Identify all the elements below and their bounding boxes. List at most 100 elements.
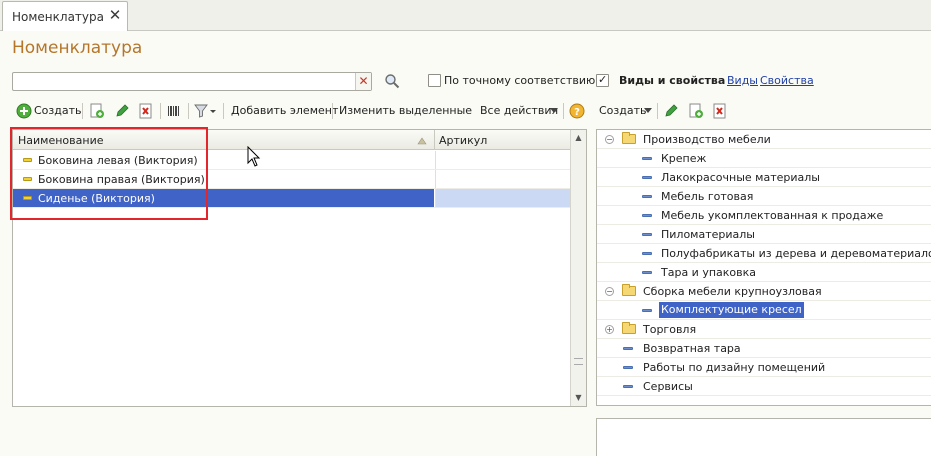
tree-item-label: Торговля [643,323,697,336]
column-header-sku[interactable]: Артикул [439,134,487,147]
tree-item-label: Тара и упаковка [661,266,757,279]
create-group-button[interactable]: Создать [599,104,647,117]
item-icon [623,366,633,369]
tree-item[interactable]: Работы по дизайну помещений [597,358,931,377]
tree-item-label: Возвратная тара [643,342,741,355]
tab-strip: Номенклатура ✕ [0,0,931,31]
add-element-button[interactable]: Добавить элемент [231,104,338,117]
cell-sku [435,151,571,169]
all-actions-button[interactable]: Все действия [480,104,558,117]
sort-icon[interactable] [417,135,427,145]
mouse-cursor-icon [247,146,261,167]
scroll-up-icon[interactable]: ▲ [571,130,586,146]
tree-item[interactable]: Тара и упаковка [597,263,931,282]
kinds-checkbox[interactable]: ✓ [596,73,609,87]
tab-close-icon[interactable]: ✕ [107,6,123,24]
toolbar-divider [223,103,224,119]
collapse-icon[interactable]: − [605,287,614,296]
search-icon[interactable] [384,73,400,89]
check-icon: ✓ [598,73,608,86]
search-input[interactable] [15,74,355,89]
tree-item[interactable]: Полуфабрикаты из дерева и деревоматериал… [597,244,931,263]
add-circle-icon[interactable] [16,103,32,119]
tree-item-label: Комплектующие кресел [659,302,804,318]
highlight-annotation [10,127,208,220]
toolbar-divider [563,103,564,119]
exact-match-label: По точному соответствию [444,74,596,87]
tree-item-label: Пиломатериалы [661,228,755,241]
tree-item-label: Сервисы [643,380,693,393]
tab-label: Номенклатура [12,10,104,24]
cell-sku [435,189,571,207]
folder-icon [622,132,636,144]
tab-nomenclature[interactable]: Номенклатура ✕ [2,1,128,31]
change-selected-button[interactable]: Изменить выделенные [339,104,472,117]
scroll-grip-icon[interactable] [574,358,583,365]
kinds-label: Виды и свойства [619,74,726,87]
toolbar-divider [657,103,658,119]
tree-item[interactable]: Лакокрасочные материалы [597,168,931,187]
create-button[interactable]: Создать [34,104,82,117]
properties-link[interactable]: Свойства [760,74,814,87]
chevron-down-icon [550,108,558,113]
tree-item-label: Работы по дизайну помещений [643,361,826,374]
toolbar-divider [82,103,83,119]
scroll-down-icon[interactable]: ▼ [571,390,586,406]
clear-icon[interactable]: ✕ [355,73,371,90]
tree-item[interactable]: Крепеж [597,149,931,168]
help-icon[interactable]: ? [569,103,585,119]
item-icon [642,252,652,255]
tree-item-label: Лакокрасочные материалы [661,171,820,184]
collapse-icon[interactable]: − [605,135,614,144]
folder-icon [622,322,636,334]
item-icon [642,214,652,217]
copy-add-icon[interactable] [688,103,704,119]
tree-item[interactable]: Мебель готовая [597,187,931,206]
barcode-icon[interactable] [166,103,182,119]
tree-item[interactable]: Мебель укомплектованная к продаже [597,206,931,225]
tree-item[interactable]: Пиломатериалы [597,225,931,244]
edit-pencil-icon[interactable] [114,103,130,119]
delete-icon[interactable] [712,103,728,119]
column-divider[interactable] [434,130,435,149]
toolbar-divider [160,103,161,119]
tree-item[interactable]: Сервисы [597,377,931,396]
toolbar-divider [332,103,333,119]
item-icon [642,271,652,274]
exact-match-checkbox[interactable] [428,74,441,87]
item-icon [623,385,633,388]
filter-icon[interactable] [194,103,218,119]
details-panel [596,418,931,456]
tree-item[interactable]: Комплектующие кресел [597,301,931,320]
tree-item-label: Крепеж [661,152,707,165]
tree-item-label: Сборка мебели крупноузловая [643,285,822,298]
item-icon [642,309,652,312]
tree-item[interactable]: Возвратная тара [597,339,931,358]
vertical-scrollbar[interactable]: ▲ ▼ [570,130,586,406]
search-box: ✕ [12,72,372,91]
item-icon [623,347,633,350]
item-icon [642,233,652,236]
groups-tree: − Производство мебели Крепеж Лакокрасочные … [596,129,931,406]
edit-pencil-icon[interactable] [663,103,679,119]
kinds-link[interactable]: Виды [727,74,758,87]
item-icon [642,195,652,198]
chevron-down-icon [644,108,652,113]
tree-item[interactable]: − Сборка мебели крупноузловая [597,282,931,301]
page-title: Номенклатура [12,38,143,58]
delete-icon[interactable] [138,103,154,119]
item-icon [642,176,652,179]
tree-item[interactable]: + Торговля [597,320,931,339]
item-icon [642,157,652,160]
cell-sku [435,170,571,188]
tree-item-label: Мебель укомплектованная к продаже [661,209,884,222]
tree-item-label: Производство мебели [643,133,771,146]
toolbar-divider [188,103,189,119]
svg-text:?: ? [574,107,580,118]
folder-icon [622,284,636,296]
tree-item-label: Мебель готовая [661,190,754,203]
tree-item[interactable]: − Производство мебели [597,130,931,149]
copy-add-icon[interactable] [89,103,105,119]
expand-icon[interactable]: + [605,325,614,334]
tree-item-label: Полуфабрикаты из дерева и деревоматериал… [661,247,931,260]
